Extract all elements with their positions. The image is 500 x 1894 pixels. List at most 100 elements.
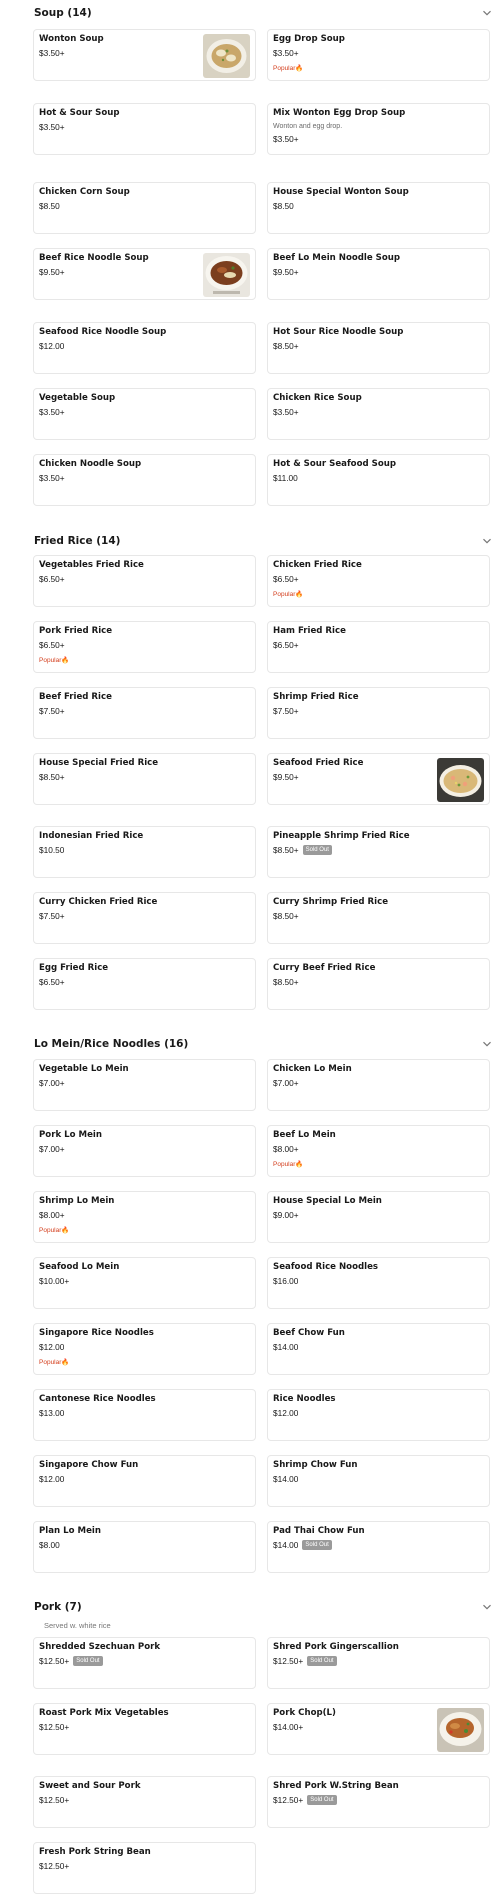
menu-item-singapore-rice-noodles[interactable]: Singapore Rice Noodles $12.00 Popular🔥 xyxy=(33,1323,256,1375)
menu-item-shrimp-lo-mein[interactable]: Shrimp Lo Mein $8.00+ Popular🔥 xyxy=(33,1191,256,1243)
item-name: Shred Pork W.String Bean xyxy=(273,1781,399,1791)
menu-item-shredded-szechuan-pork[interactable]: Shredded Szechuan Pork $12.50+ Sold Out xyxy=(33,1637,256,1689)
menu-item-cantonese-rice-noodles[interactable]: Cantonese Rice Noodles $13.00 xyxy=(33,1389,256,1441)
menu-item-singapore-chow-fun[interactable]: Singapore Chow Fun $12.00 xyxy=(33,1455,256,1507)
item-name: Shred Pork Gingerscallion xyxy=(273,1642,399,1652)
item-name: Seafood Fried Rice xyxy=(273,758,364,768)
menu-item-chicken-noodle-soup[interactable]: Chicken Noodle Soup $3.50+ xyxy=(33,454,256,506)
menu-item-house-special-wonton-soup[interactable]: House Special Wonton Soup $8.50 xyxy=(267,182,490,234)
section-header-lo-mein[interactable]: Lo Mein/Rice Noodles (16) xyxy=(34,1034,492,1054)
item-name: Vegetable Lo Mein xyxy=(39,1064,129,1074)
item-name: Seafood Rice Noodles xyxy=(273,1262,379,1272)
item-name: Plan Lo Mein xyxy=(39,1526,101,1536)
menu-item-pork-lo-mein[interactable]: Pork Lo Mein $7.00+ xyxy=(33,1125,256,1177)
menu-item-egg-fried-rice[interactable]: Egg Fried Rice $6.50+ xyxy=(33,958,256,1010)
menu-item-beef-fried-rice[interactable]: Beef Fried Rice $7.50+ xyxy=(33,687,256,739)
item-name: Beef Chow Fun xyxy=(273,1328,345,1338)
item-name: House Special Wonton Soup xyxy=(273,187,409,197)
item-name: Chicken Fried Rice xyxy=(273,560,362,570)
chevron-down-icon[interactable] xyxy=(482,1039,492,1049)
item-price: $8.50+ xyxy=(273,911,299,921)
menu-item-chicken-fried-rice[interactable]: Chicken Fried Rice $6.50+ Popular🔥 xyxy=(267,555,490,607)
section-header-soup[interactable]: Soup (14) xyxy=(34,3,492,23)
item-name: Vegetables Fried Rice xyxy=(39,560,144,570)
menu-item-fresh-pork-string-bean[interactable]: Fresh Pork String Bean $12.50+ xyxy=(33,1842,256,1894)
item-name: Beef Lo Mein xyxy=(273,1130,336,1140)
menu-item-roast-pork-mix-vegetables[interactable]: Roast Pork Mix Vegetables $12.50+ xyxy=(33,1703,256,1755)
menu-item-beef-lo-mein-noodle-soup[interactable]: Beef Lo Mein Noodle Soup $9.50+ xyxy=(267,248,490,300)
menu-item-pad-thai-chow-fun[interactable]: Pad Thai Chow Fun $14.00 Sold Out xyxy=(267,1521,490,1573)
menu-item-vegetable-lo-mein[interactable]: Vegetable Lo Mein $7.00+ xyxy=(33,1059,256,1111)
item-price: $7.00+ xyxy=(273,1078,299,1088)
item-price: $3.50+ xyxy=(39,48,65,58)
item-price: $12.00 xyxy=(39,1342,65,1352)
menu-item-beef-rice-noodle-soup[interactable]: Beef Rice Noodle Soup $9.50+ xyxy=(33,248,256,300)
item-price: $8.00+ xyxy=(39,1210,65,1220)
menu-item-vegetables-fried-rice[interactable]: Vegetables Fried Rice $6.50+ xyxy=(33,555,256,607)
flame-icon: 🔥 xyxy=(61,1359,70,1366)
food-photo-icon xyxy=(437,758,484,802)
menu-item-seafood-rice-noodle-soup[interactable]: Seafood Rice Noodle Soup $12.00 xyxy=(33,322,256,374)
item-name: Curry Shrimp Fried Rice xyxy=(273,897,389,907)
menu-item-wonton-soup[interactable]: Wonton Soup $3.50+ xyxy=(33,29,256,81)
chevron-down-icon[interactable] xyxy=(482,536,492,546)
menu-item-pineapple-shrimp-fried-rice[interactable]: Pineapple Shrimp Fried Rice $8.50+ Sold … xyxy=(267,826,490,878)
menu-item-hot-sour-seafood-soup[interactable]: Hot & Sour Seafood Soup $11.00 xyxy=(267,454,490,506)
menu-item-shred-pork-gingerscallion[interactable]: Shred Pork Gingerscallion $12.50+ Sold O… xyxy=(267,1637,490,1689)
item-name: Singapore Rice Noodles xyxy=(39,1328,154,1338)
item-price: $7.50+ xyxy=(39,706,65,716)
menu-item-rice-noodles[interactable]: Rice Noodles $12.00 xyxy=(267,1389,490,1441)
menu-item-chicken-lo-mein[interactable]: Chicken Lo Mein $7.00+ xyxy=(267,1059,490,1111)
menu-item-seafood-rice-noodles[interactable]: Seafood Rice Noodles $16.00 xyxy=(267,1257,490,1309)
menu-item-egg-drop-soup[interactable]: Egg Drop Soup $3.50+ Popular🔥 xyxy=(267,29,490,81)
item-price: $9.50+ xyxy=(39,267,65,277)
item-price: $12.00 xyxy=(39,1474,65,1484)
item-name: Hot & Sour Seafood Soup xyxy=(273,459,396,469)
item-price: $9.50+ xyxy=(273,267,299,277)
chevron-down-icon[interactable] xyxy=(482,8,492,18)
item-name: Sweet and Sour Pork xyxy=(39,1781,141,1791)
flame-icon: 🔥 xyxy=(61,657,70,664)
section-title: Pork (7) xyxy=(34,1601,82,1613)
menu-item-house-special-fried-rice[interactable]: House Special Fried Rice $8.50+ xyxy=(33,753,256,805)
popular-badge: Popular🔥 xyxy=(39,1227,70,1234)
section-header-fried-rice[interactable]: Fried Rice (14) xyxy=(34,531,492,551)
menu-item-house-special-lo-mein[interactable]: House Special Lo Mein $9.00+ xyxy=(267,1191,490,1243)
item-price: $8.50+ xyxy=(273,845,299,855)
menu-item-seafood-lo-mein[interactable]: Seafood Lo Mein $10.00+ xyxy=(33,1257,256,1309)
menu-item-curry-chicken-fried-rice[interactable]: Curry Chicken Fried Rice $7.50+ xyxy=(33,892,256,944)
menu-item-curry-shrimp-fried-rice[interactable]: Curry Shrimp Fried Rice $8.50+ xyxy=(267,892,490,944)
menu-item-mix-wonton-egg-drop-soup[interactable]: Mix Wonton Egg Drop Soup Wonton and egg … xyxy=(267,103,490,155)
item-price: $12.00 xyxy=(273,1408,299,1418)
menu-item-beef-chow-fun[interactable]: Beef Chow Fun $14.00 xyxy=(267,1323,490,1375)
menu-item-ham-fried-rice[interactable]: Ham Fried Rice $6.50+ xyxy=(267,621,490,673)
menu-item-plan-lo-mein[interactable]: Plan Lo Mein $8.00 xyxy=(33,1521,256,1573)
chevron-down-icon[interactable] xyxy=(482,1602,492,1612)
menu-item-hot-sour-rice-noodle-soup[interactable]: Hot Sour Rice Noodle Soup $8.50+ xyxy=(267,322,490,374)
menu-item-seafood-fried-rice[interactable]: Seafood Fried Rice $9.50+ xyxy=(267,753,490,805)
section-header-pork[interactable]: Pork (7) xyxy=(34,1597,492,1617)
menu-item-chicken-rice-soup[interactable]: Chicken Rice Soup $3.50+ xyxy=(267,388,490,440)
menu-item-pork-chop-l[interactable]: Pork Chop(L) $14.00+ xyxy=(267,1703,490,1755)
item-name: Curry Chicken Fried Rice xyxy=(39,897,158,907)
menu-item-sweet-and-sour-pork[interactable]: Sweet and Sour Pork $12.50+ xyxy=(33,1776,256,1828)
item-price: $14.00 xyxy=(273,1540,299,1550)
menu-item-beef-lo-mein[interactable]: Beef Lo Mein $8.00+ Popular🔥 xyxy=(267,1125,490,1177)
menu-item-shred-pork-w-string-bean[interactable]: Shred Pork W.String Bean $12.50+ Sold Ou… xyxy=(267,1776,490,1828)
menu-item-shrimp-chow-fun[interactable]: Shrimp Chow Fun $14.00 xyxy=(267,1455,490,1507)
menu-item-hot-sour-soup[interactable]: Hot & Sour Soup $3.50+ xyxy=(33,103,256,155)
item-name: Pad Thai Chow Fun xyxy=(273,1526,365,1536)
menu-item-vegetable-soup[interactable]: Vegetable Soup $3.50+ xyxy=(33,388,256,440)
item-price: $8.50+ xyxy=(273,977,299,987)
item-price: $6.50+ xyxy=(39,574,65,584)
sold-out-badge: Sold Out xyxy=(302,845,332,855)
menu-item-curry-beef-fried-rice[interactable]: Curry Beef Fried Rice $8.50+ xyxy=(267,958,490,1010)
popular-badge: Popular🔥 xyxy=(273,591,304,598)
menu-item-chicken-corn-soup[interactable]: Chicken Corn Soup $8.50 xyxy=(33,182,256,234)
item-name: Curry Beef Fried Rice xyxy=(273,963,376,973)
section-title: Lo Mein/Rice Noodles (16) xyxy=(34,1038,189,1050)
flame-icon: 🔥 xyxy=(295,65,304,72)
menu-item-indonesian-fried-rice[interactable]: Indonesian Fried Rice $10.50 xyxy=(33,826,256,878)
menu-item-shrimp-fried-rice[interactable]: Shrimp Fried Rice $7.50+ xyxy=(267,687,490,739)
menu-item-pork-fried-rice[interactable]: Pork Fried Rice $6.50+ Popular🔥 xyxy=(33,621,256,673)
